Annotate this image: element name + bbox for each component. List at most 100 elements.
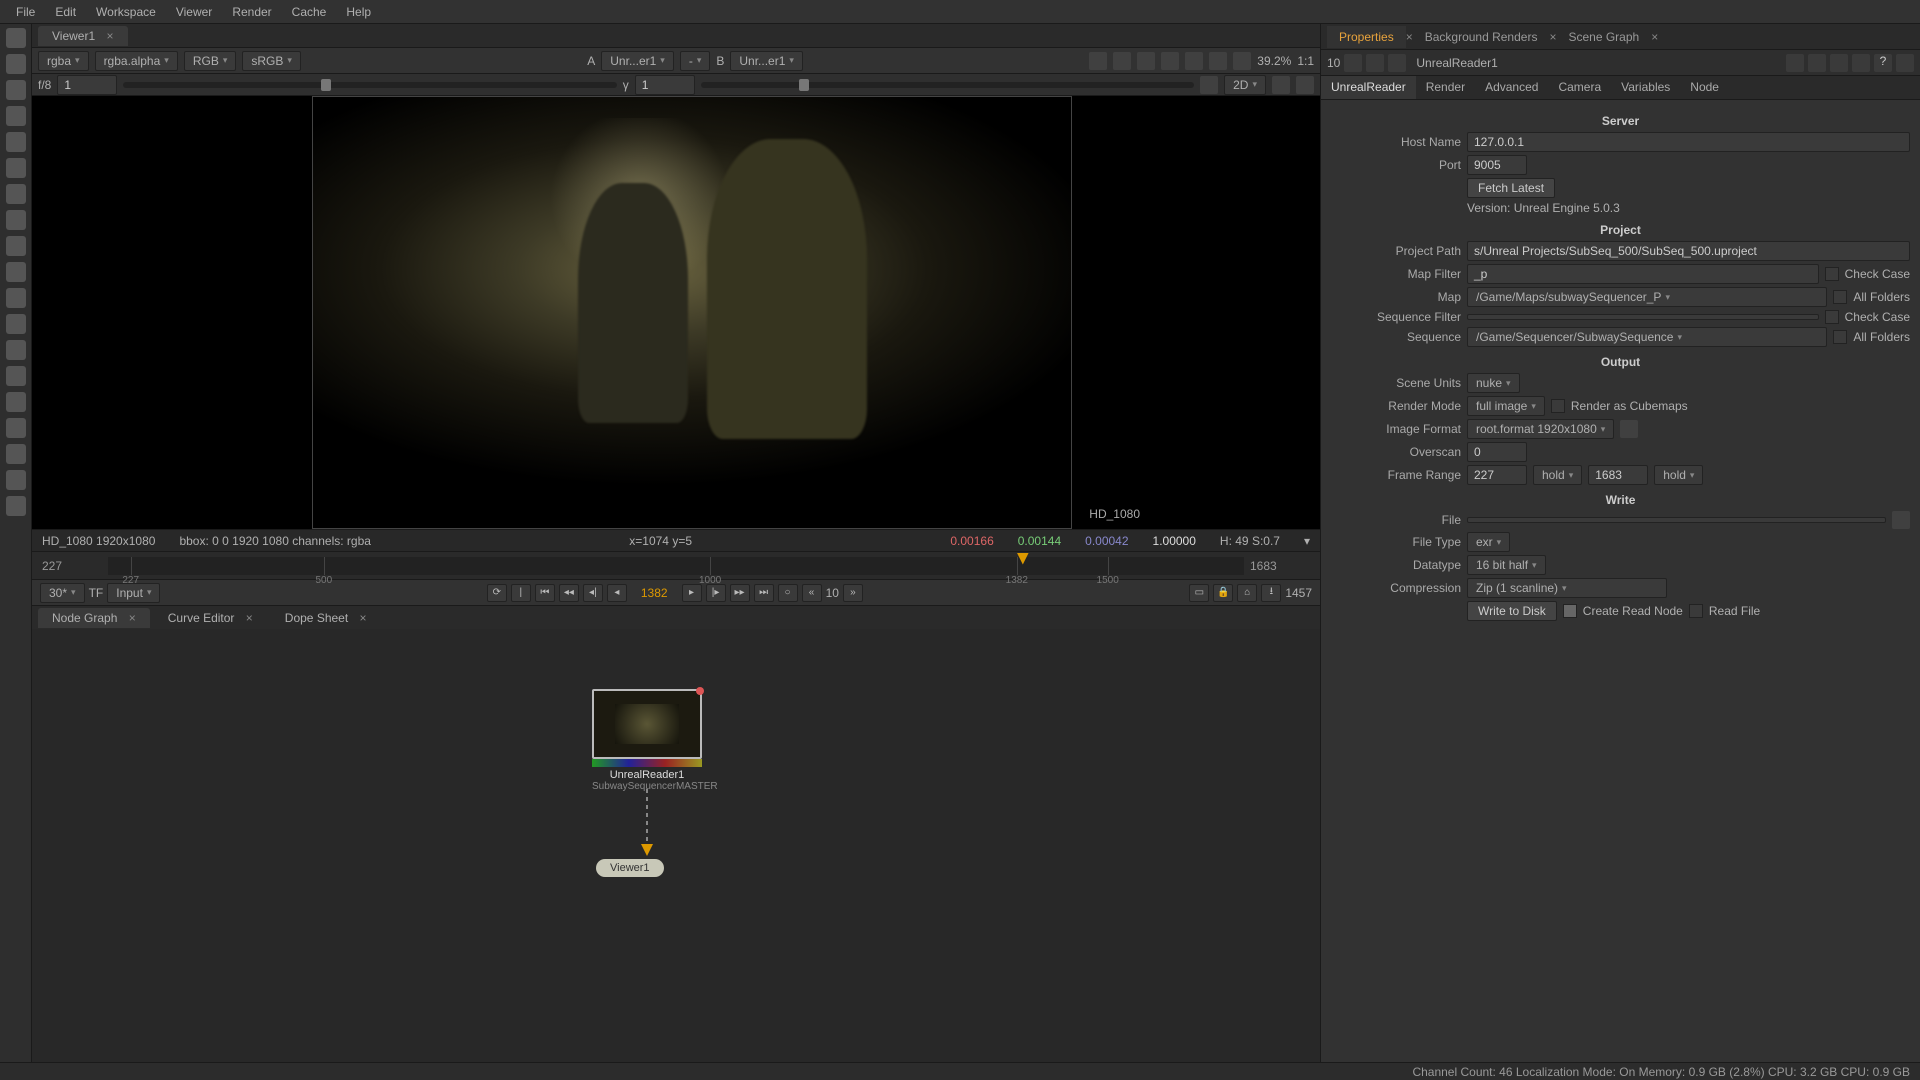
tab-dope-sheet[interactable]: Dope Sheet ×	[271, 608, 381, 628]
node-viewer[interactable]: Viewer1	[596, 859, 664, 877]
sequence-filter-input[interactable]	[1467, 314, 1819, 320]
fstop-value[interactable]: 1	[57, 75, 117, 95]
input-a-dropdown[interactable]: Unr...er1	[601, 51, 674, 71]
tool-rect-icon[interactable]	[6, 106, 26, 126]
fetch-latest-button[interactable]: Fetch Latest	[1467, 178, 1555, 198]
revert-icon[interactable]	[1852, 54, 1870, 72]
next-key-icon[interactable]: ▸▸	[730, 584, 750, 602]
tool-tag-icon[interactable]	[6, 340, 26, 360]
sequence-dropdown[interactable]: /Game/Sequencer/SubwaySequence	[1467, 327, 1827, 347]
tool-refresh-icon[interactable]	[6, 314, 26, 334]
close-icon[interactable]	[1896, 54, 1914, 72]
playhead-icon[interactable]	[1017, 553, 1029, 565]
play-icon[interactable]: ▸	[682, 584, 702, 602]
read-file-checkbox[interactable]	[1689, 604, 1703, 618]
tool-star-icon[interactable]	[6, 262, 26, 282]
host-input[interactable]: 127.0.0.1	[1467, 132, 1910, 152]
fps-dropdown[interactable]: 30*	[40, 583, 85, 603]
all-folders-checkbox[interactable]	[1833, 330, 1847, 344]
close-icon[interactable]: ×	[106, 29, 113, 43]
menu-cache[interactable]: Cache	[282, 5, 337, 19]
skip-fwd-icon[interactable]: »	[843, 584, 863, 602]
cubemaps-checkbox[interactable]	[1551, 399, 1565, 413]
port-input[interactable]: 9005	[1467, 155, 1527, 175]
tab-properties[interactable]: Properties	[1327, 26, 1406, 48]
write-to-disk-button[interactable]: Write to Disk	[1467, 601, 1557, 621]
find-icon[interactable]	[1786, 54, 1804, 72]
node-unrealreader[interactable]: UnrealReader1 SubwaySequencerMASTER	[592, 689, 702, 792]
skip-back-icon[interactable]: «	[802, 584, 822, 602]
overscan-input[interactable]: 0	[1467, 442, 1527, 462]
tool-box-icon[interactable]	[6, 392, 26, 412]
close-icon[interactable]: ×	[360, 611, 367, 625]
step-fwd-icon[interactable]: |▸	[706, 584, 726, 602]
timeline-track[interactable]: 227500100013821500	[108, 557, 1244, 575]
pause-icon[interactable]	[1137, 52, 1155, 70]
node-graph[interactable]: UnrealReader1 SubwaySequencerMASTER View…	[32, 629, 1320, 1062]
help-icon[interactable]: ?	[1874, 54, 1892, 72]
go-end-icon[interactable]: ⏭	[754, 584, 774, 602]
input-b-dropdown[interactable]: Unr...er1	[730, 51, 803, 71]
pt-camera[interactable]: Camera	[1548, 76, 1611, 99]
create-read-checkbox[interactable]	[1563, 604, 1577, 618]
input-a-wipe[interactable]: -	[680, 51, 711, 71]
check-case-checkbox[interactable]	[1825, 267, 1839, 281]
menu-edit[interactable]: Edit	[45, 5, 86, 19]
tool-layers-icon[interactable]	[6, 184, 26, 204]
download-icon[interactable]: ⭳	[1261, 584, 1281, 602]
tool-move-icon[interactable]	[6, 210, 26, 230]
prev-key-icon[interactable]: ◂◂	[559, 584, 579, 602]
gamma-value[interactable]: 1	[635, 75, 695, 95]
clip-icon[interactable]	[1161, 52, 1179, 70]
go-start-icon[interactable]: ⏮	[535, 584, 555, 602]
close-icon[interactable]: ×	[246, 611, 253, 625]
viewer-canvas[interactable]: HD_1080	[32, 96, 1320, 529]
menu-viewer[interactable]: Viewer	[166, 5, 222, 19]
undo-icon[interactable]	[1808, 54, 1826, 72]
tool-globe-icon[interactable]	[6, 496, 26, 516]
frame-start-mode[interactable]: hold	[1533, 465, 1582, 485]
close-icon[interactable]: ×	[1406, 30, 1413, 44]
tab-bg-renders[interactable]: Background Renders	[1413, 26, 1550, 48]
tool-pen-icon[interactable]	[6, 54, 26, 74]
alpha-dropdown[interactable]: rgba.alpha	[95, 51, 178, 71]
slider-handle[interactable]	[321, 79, 331, 91]
tab-node-graph[interactable]: Node Graph ×	[38, 608, 150, 628]
colorspace-dropdown[interactable]: RGB	[184, 51, 237, 71]
compression-dropdown[interactable]: Zip (1 scanline)	[1467, 578, 1667, 598]
skip-amount[interactable]: 10	[826, 586, 839, 600]
region-icon[interactable]	[1200, 76, 1218, 94]
eye-icon[interactable]	[1366, 54, 1384, 72]
viewmode-dropdown[interactable]: 2D	[1224, 75, 1266, 95]
all-folders-checkbox[interactable]	[1833, 290, 1847, 304]
timeline[interactable]: 227 227500100013821500 1683	[32, 551, 1320, 579]
edit-icon[interactable]	[1296, 76, 1314, 94]
play-back-icon[interactable]: ◂	[607, 584, 627, 602]
file-type-dropdown[interactable]: exr	[1467, 532, 1510, 552]
tab-curve-editor[interactable]: Curve Editor ×	[154, 608, 267, 628]
pt-node[interactable]: Node	[1680, 76, 1729, 99]
tool-wrench-icon[interactable]	[6, 366, 26, 386]
slider-handle[interactable]	[799, 79, 809, 91]
tool-target-icon[interactable]	[6, 288, 26, 308]
roi-icon[interactable]	[1089, 52, 1107, 70]
lock-icon[interactable]: 🔒	[1213, 584, 1233, 602]
pt-unrealreader[interactable]: UnrealReader	[1321, 76, 1416, 99]
tab-viewer1[interactable]: Viewer1 ×	[38, 26, 128, 46]
close-icon[interactable]: ×	[129, 611, 136, 625]
close-icon[interactable]: ×	[1651, 30, 1658, 44]
map-dropdown[interactable]: /Game/Maps/subwaySequencer_P	[1467, 287, 1827, 307]
file-input[interactable]	[1467, 517, 1886, 523]
frame-end-input[interactable]: 1683	[1588, 465, 1648, 485]
frame-start-input[interactable]: 227	[1467, 465, 1527, 485]
tool-snow-icon[interactable]	[6, 444, 26, 464]
house-icon[interactable]: ⌂	[1237, 584, 1257, 602]
image-format-dropdown[interactable]: root.format 1920x1080	[1467, 419, 1614, 439]
chevron-down-icon[interactable]: ▾	[1304, 534, 1310, 548]
tool-bezier-icon[interactable]	[6, 158, 26, 178]
tool-timer-icon[interactable]	[6, 418, 26, 438]
render-mode-dropdown[interactable]: full image	[1467, 396, 1545, 416]
refresh-icon[interactable]	[1209, 52, 1227, 70]
map-filter-input[interactable]: _p	[1467, 264, 1819, 284]
redo-icon[interactable]	[1830, 54, 1848, 72]
